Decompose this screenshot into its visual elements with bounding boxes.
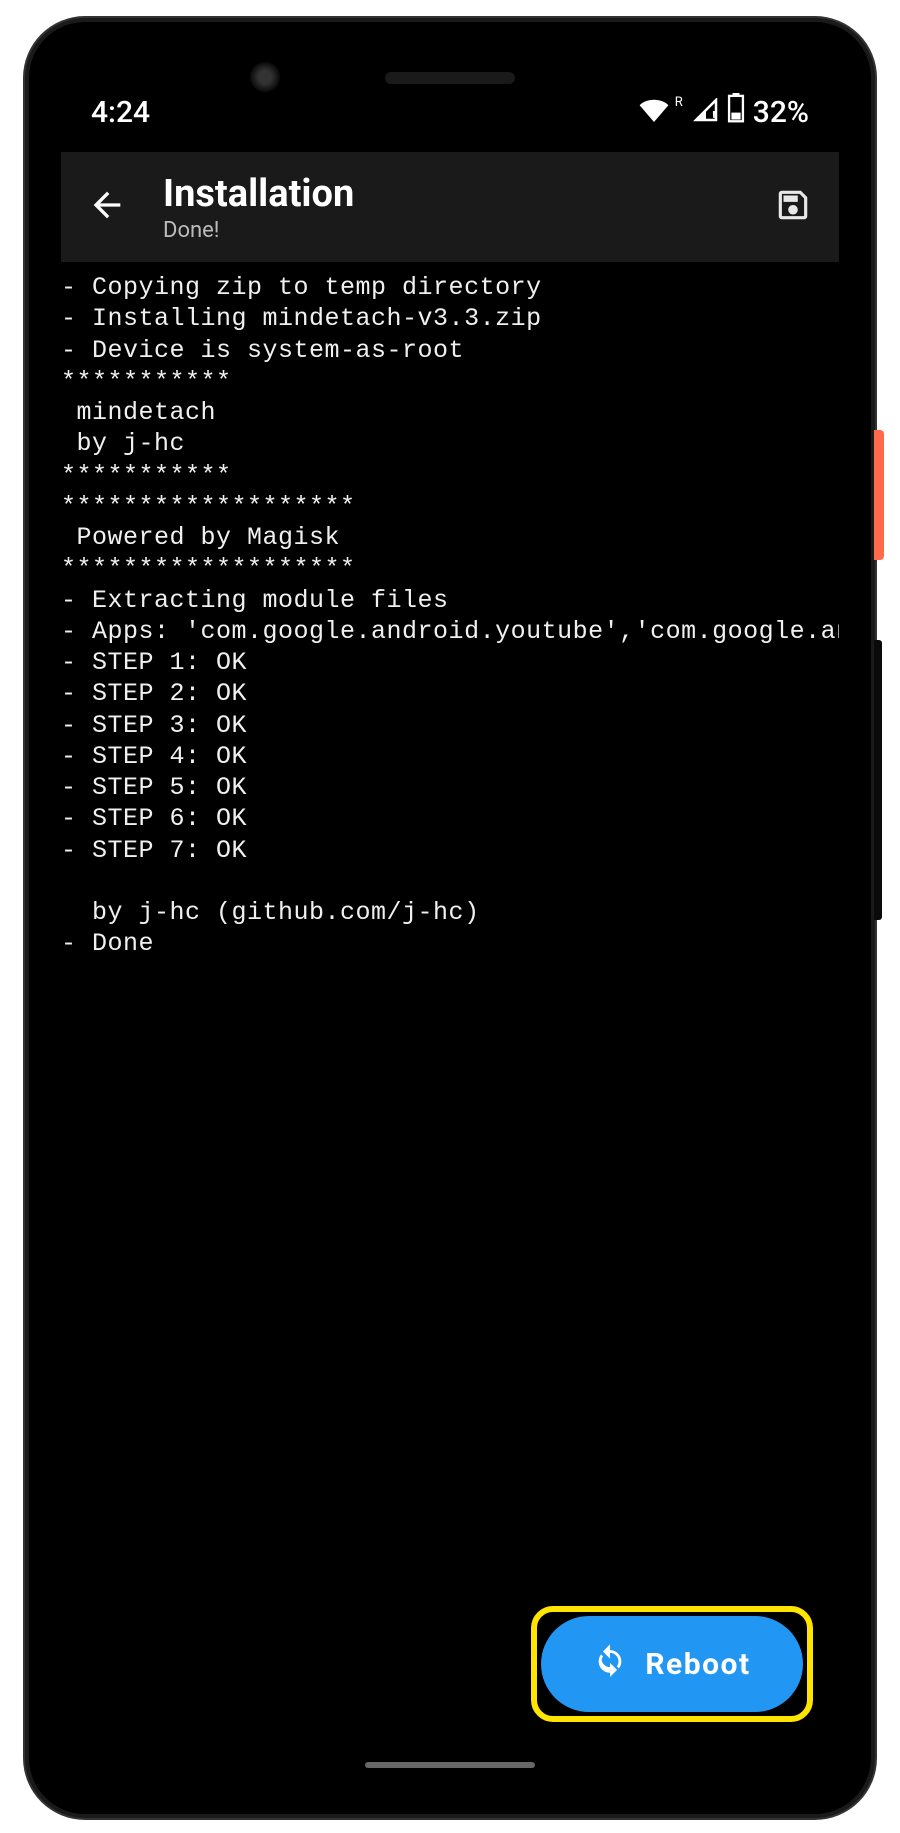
wifi-icon <box>639 95 669 130</box>
status-time: 4:24 <box>91 95 150 130</box>
phone-volume-button <box>874 640 882 920</box>
gesture-nav-handle[interactable] <box>365 1762 535 1768</box>
phone-camera <box>250 62 280 92</box>
reboot-button[interactable]: Reboot <box>541 1616 803 1712</box>
app-subtitle: Done! <box>163 218 737 243</box>
svg-text:!: ! <box>712 109 716 122</box>
battery-icon <box>727 93 745 131</box>
screen: 4:24 R ! 32% In <box>61 54 839 1782</box>
battery-percent: 32% <box>753 95 809 130</box>
phone-power-button <box>874 430 884 560</box>
install-log[interactable]: - Copying zip to temp directory - Instal… <box>61 262 839 1782</box>
back-button[interactable] <box>85 185 129 229</box>
restart-icon <box>593 1643 627 1685</box>
save-log-button[interactable] <box>771 185 815 229</box>
phone-frame: 4:24 R ! 32% In <box>25 18 875 1818</box>
arrow-left-icon <box>87 185 127 229</box>
reboot-button-highlight: Reboot <box>531 1606 813 1722</box>
reboot-label: Reboot <box>645 1647 750 1682</box>
phone-speaker <box>385 72 515 84</box>
roaming-indicator: R <box>675 95 683 110</box>
signal-icon: ! <box>693 95 719 130</box>
app-bar: Installation Done! <box>61 152 839 262</box>
app-bar-titles: Installation Done! <box>163 172 737 243</box>
status-indicators: R ! 32% <box>639 93 809 131</box>
app-title: Installation <box>163 172 737 216</box>
save-icon <box>774 186 812 228</box>
status-bar: 4:24 R ! 32% <box>61 72 839 152</box>
